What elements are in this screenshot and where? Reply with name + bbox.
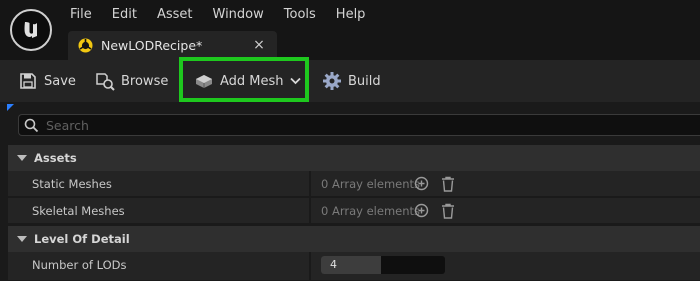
category-level-of-detail[interactable]: Level Of Detail (8, 226, 700, 252)
category-label: Level Of Detail (34, 232, 130, 246)
unreal-logo-icon[interactable] (10, 9, 52, 51)
browse-label: Browse (121, 73, 169, 89)
category-label: Assets (34, 151, 77, 165)
add-mesh-highlight-box (179, 57, 309, 102)
search-input[interactable] (46, 117, 646, 133)
browse-icon (95, 71, 115, 91)
array-count: 0 Array elements (321, 177, 421, 191)
lod-recipe-icon (78, 38, 93, 53)
property-row-skeletal-meshes: Skeletal Meshes 0 Array elements (8, 198, 700, 224)
property-label: Skeletal Meshes (32, 204, 125, 218)
trash-icon[interactable] (441, 176, 455, 192)
menu-edit[interactable]: Edit (102, 0, 147, 30)
property-label: Static Meshes (32, 177, 112, 191)
save-label: Save (44, 73, 76, 89)
save-button[interactable]: Save (18, 60, 76, 102)
menu-asset[interactable]: Asset (147, 0, 203, 30)
menu-file[interactable]: File (60, 0, 102, 30)
asset-tab[interactable]: NewLODRecipe* × (68, 31, 277, 60)
trash-icon[interactable] (441, 203, 455, 219)
build-label: Build (348, 73, 381, 89)
menu-bar: File Edit Asset Window Tools Help (60, 0, 375, 30)
property-row-static-meshes: Static Meshes 0 Array elements (8, 171, 700, 197)
tab-label: NewLODRecipe* (101, 38, 203, 53)
browse-button[interactable]: Browse (95, 60, 168, 102)
save-icon (18, 71, 38, 91)
gear-icon (322, 71, 342, 91)
menu-help[interactable]: Help (326, 0, 376, 30)
category-assets[interactable]: Assets (8, 145, 700, 171)
column-divider[interactable] (309, 171, 311, 197)
close-icon[interactable]: × (251, 35, 267, 55)
collapse-arrow-icon[interactable] (17, 155, 27, 161)
column-divider[interactable] (309, 198, 311, 224)
title-bar: File Edit Asset Window Tools Help NewLOD… (0, 0, 700, 60)
property-row-number-of-lods: Number of LODs 4 (8, 252, 700, 281)
array-count: 0 Array elements (321, 204, 421, 218)
panel-corner-marker (7, 104, 14, 111)
menu-window[interactable]: Window (203, 0, 274, 30)
search-icon (24, 118, 39, 133)
add-element-icon[interactable] (414, 176, 429, 191)
toolbar: Save Browse Add Mesh Build (0, 60, 700, 102)
menu-tools[interactable]: Tools (274, 0, 326, 30)
collapse-arrow-icon[interactable] (17, 236, 27, 242)
property-label: Number of LODs (32, 258, 127, 272)
build-button[interactable]: Build (322, 60, 381, 102)
search-bar[interactable] (18, 114, 700, 136)
number-of-lods-spinbox[interactable]: 4 (321, 256, 445, 274)
column-divider[interactable] (309, 252, 311, 281)
add-element-icon[interactable] (414, 203, 429, 218)
spinbox-value: 4 (330, 258, 337, 271)
